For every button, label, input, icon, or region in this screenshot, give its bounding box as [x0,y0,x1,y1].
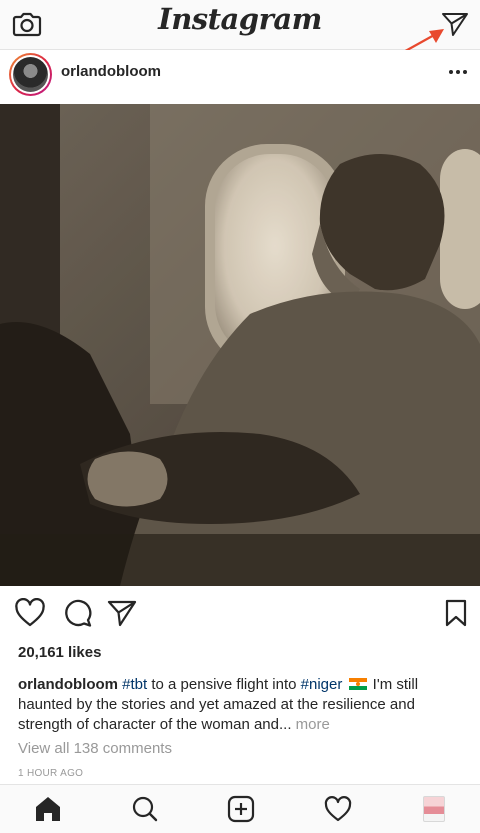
heart-icon[interactable] [14,598,46,628]
caption-more-link[interactable]: more [296,716,330,733]
post-username[interactable]: orlandobloom [61,63,161,80]
caption-text-1: to a pensive flight into [147,676,301,693]
hashtag-tbt[interactable]: #tbt [122,676,147,693]
profile-icon[interactable] [419,795,449,823]
home-icon[interactable] [33,795,63,823]
caption-username[interactable]: orlandobloom [18,676,118,693]
avatar[interactable] [9,53,52,96]
profile-thumbnail [423,796,445,822]
likes-count[interactable]: 20,161 likes [18,644,101,661]
comment-icon[interactable] [61,598,93,628]
bottom-nav [0,784,480,833]
photo-image [0,104,480,586]
niger-flag-icon [348,678,367,690]
post-header: orlandobloom [0,50,480,104]
post-actions [0,594,480,634]
post-photo[interactable] [0,104,480,586]
post-caption: orlandobloom #tbt to a pensive flight in… [18,675,468,735]
bookmark-icon[interactable] [440,598,472,628]
view-comments-link[interactable]: View all 138 comments [18,740,172,757]
search-icon[interactable] [130,795,160,823]
add-icon[interactable] [226,795,256,823]
paper-plane-icon[interactable] [106,598,138,628]
more-options-icon[interactable] [446,62,470,82]
hashtag-niger[interactable]: #niger [301,676,343,693]
heart-icon[interactable] [323,795,353,823]
post-timestamp: 1 HOUR AGO [18,768,84,779]
avatar-image [13,57,48,92]
